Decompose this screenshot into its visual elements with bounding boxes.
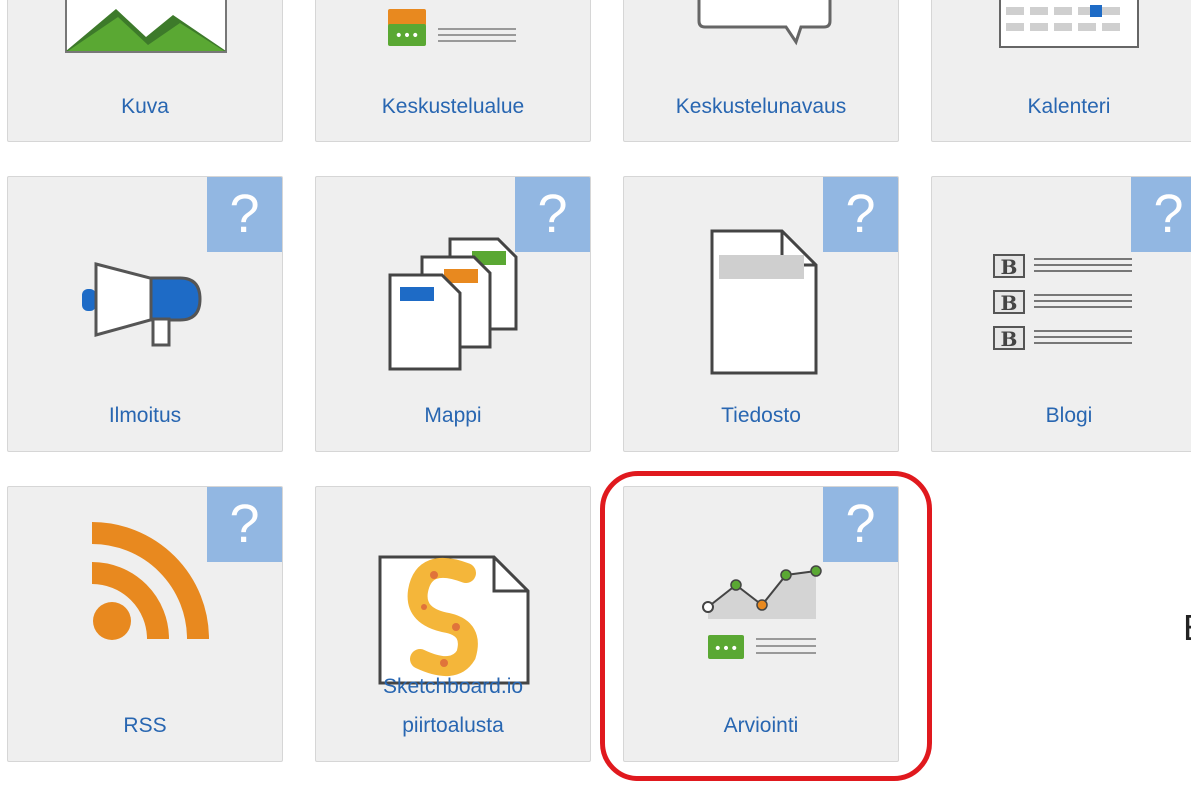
svg-text:B: B	[1001, 291, 1018, 315]
tile-mappi[interactable]: ? Mappi	[315, 176, 591, 452]
tile-label: Kalenteri	[1027, 95, 1111, 118]
svg-text:•••: •••	[395, 28, 420, 44]
svg-text:B: B	[1001, 327, 1018, 351]
svg-text:B: B	[1001, 255, 1018, 279]
tile-label: Kuva	[121, 95, 169, 118]
tile-keskustelualue[interactable]: ••• Keskustelualue	[315, 0, 591, 142]
tile-rss[interactable]: ? RSS	[7, 486, 283, 762]
tile-label: Blogi	[1045, 404, 1093, 427]
tile-sketchboard[interactable]: Sketchboard.io piirtoalusta	[315, 486, 591, 762]
highlight-circle	[600, 471, 932, 781]
tile-label-line2: piirtoalusta	[402, 714, 504, 737]
tile-label: Mappi	[424, 404, 482, 427]
tile-label: Keskustelunavaus	[675, 95, 847, 118]
clipped-text: E	[1183, 608, 1191, 648]
tile-label: Ilmoitus	[108, 404, 182, 427]
tile-keskustelunavaus[interactable]: Keskustelunavaus	[623, 0, 899, 142]
tile-kalenteri[interactable]: Kalenteri	[931, 0, 1191, 142]
tile-ilmoitus[interactable]: ? Ilmoitus	[7, 176, 283, 452]
tile-label: Keskustelualue	[381, 95, 525, 118]
tile-label: Tiedosto	[721, 404, 801, 427]
tile-kuva[interactable]: Kuva	[7, 0, 283, 142]
tile-blogi[interactable]: ? B B B Blogi	[931, 176, 1191, 452]
tile-label-line1: Sketchboard.io	[382, 675, 524, 698]
tile-tiedosto[interactable]: ? Tiedosto	[623, 176, 899, 452]
tile-label: RSS	[123, 714, 167, 737]
